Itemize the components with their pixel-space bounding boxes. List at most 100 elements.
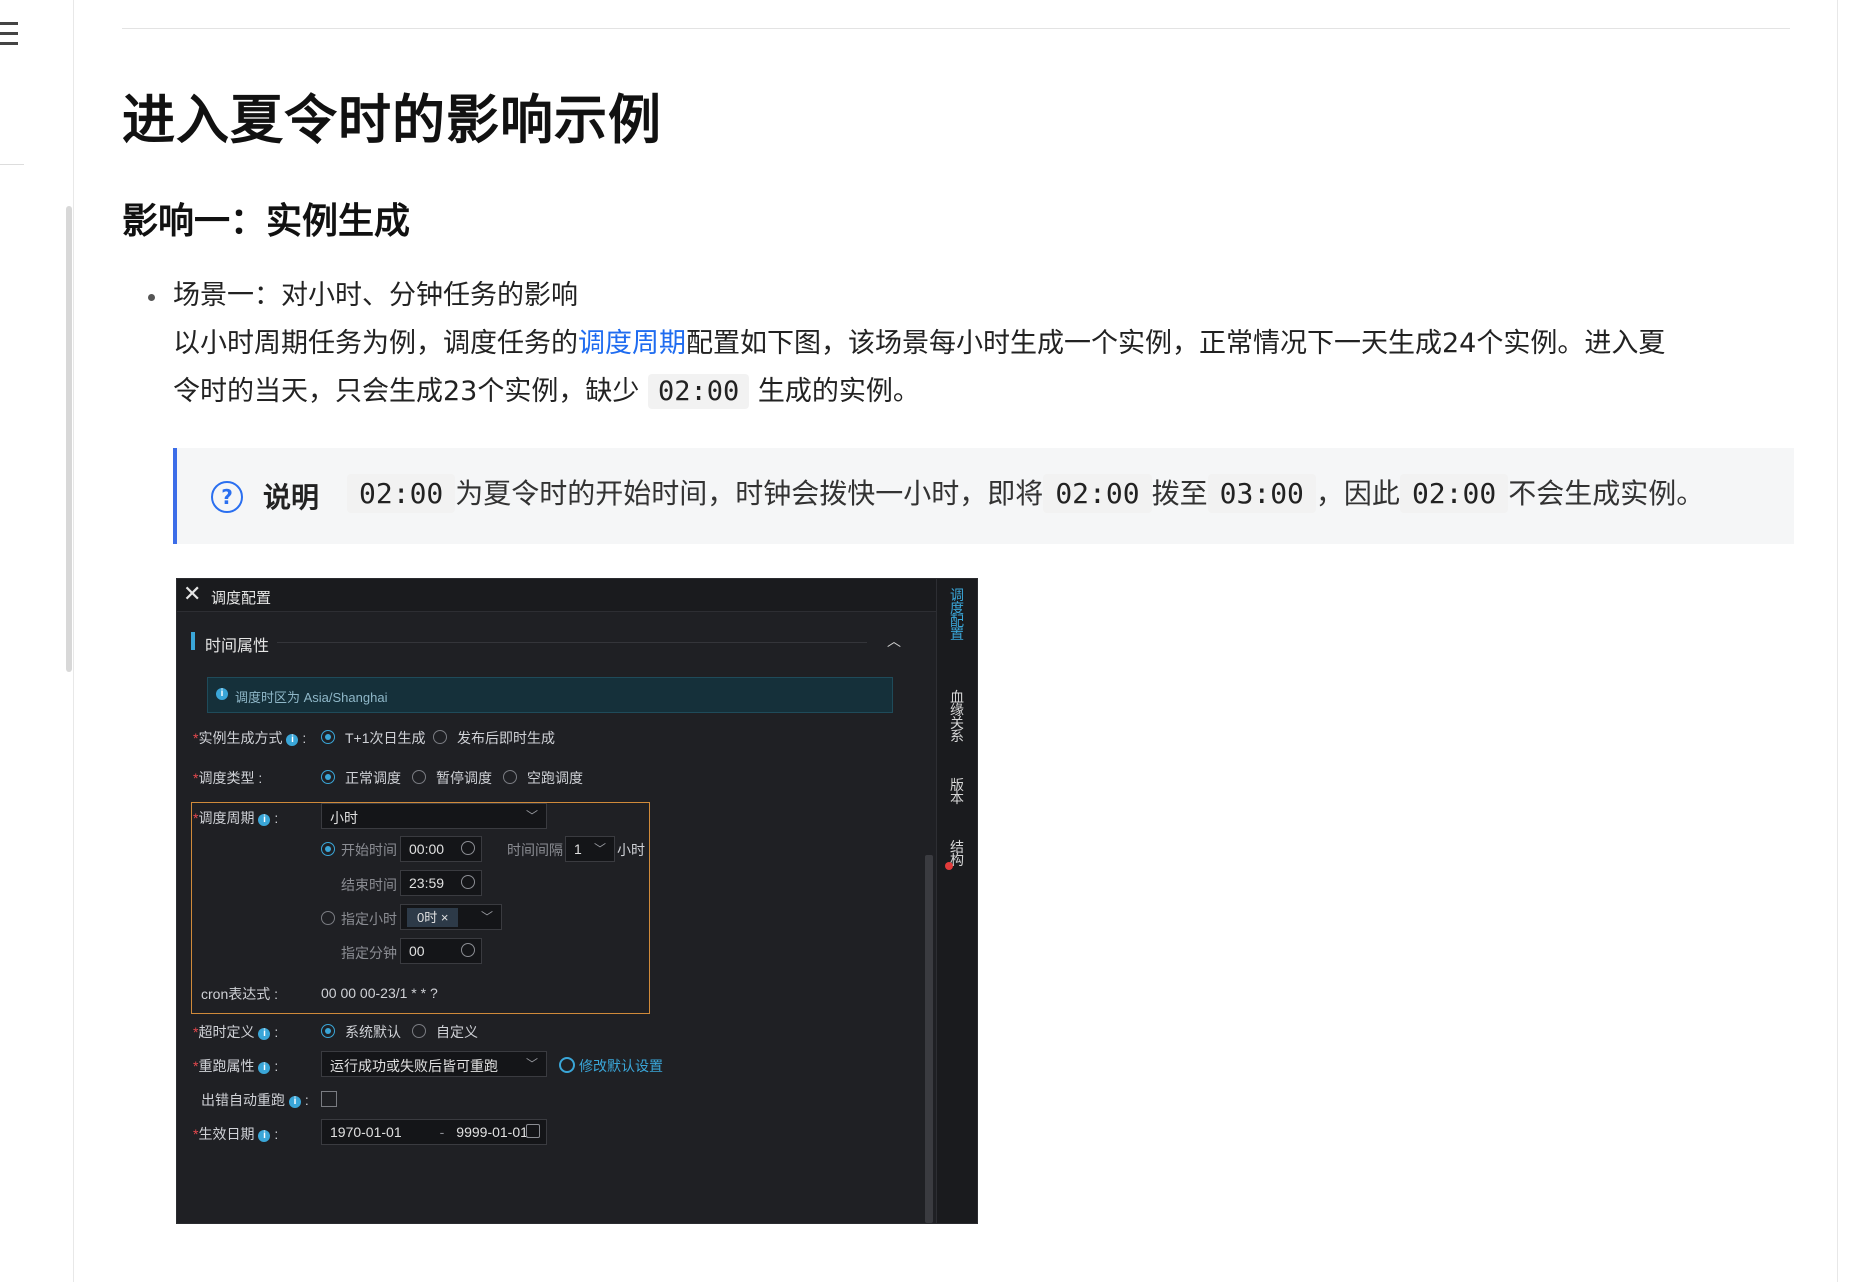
radio-custom[interactable] — [412, 1024, 426, 1038]
chevron-down-icon: ﹀ — [593, 842, 606, 856]
interval-select[interactable]: 1 ﹀ — [565, 836, 615, 862]
timeout-label: *超时定义 i : — [193, 1024, 279, 1040]
minute-input[interactable]: 00 — [400, 938, 482, 964]
interval-label: 时间间隔 — [507, 842, 563, 858]
tab-version[interactable]: 版本 — [949, 778, 965, 805]
instance-label: *实例生成方式 i : — [193, 730, 307, 746]
paragraph-line: 以小时周期任务为例，调度任务的调度周期配置如下图，该场景每小时生成一个实例，正常… — [173, 320, 1793, 368]
help-icon: i — [258, 1062, 271, 1074]
radio-custom-label: 自定义 — [436, 1024, 478, 1040]
auto-rerun-label: 出错自动重跑 i : — [201, 1092, 309, 1108]
cycle-label: *调度周期 i : — [193, 810, 279, 826]
rerun-select[interactable]: 运行成功或失败后皆可重跑 ﹀ — [321, 1051, 547, 1077]
radio-dryrun-label: 空跑调度 — [527, 770, 583, 786]
specify-minute-label: 指定分钟 — [341, 945, 397, 961]
clock-icon — [461, 841, 475, 855]
panel-scrollbar[interactable] — [925, 855, 933, 1223]
help-icon: i — [286, 734, 299, 746]
text: ，因此 — [1315, 477, 1400, 510]
chevron-down-icon: ﹀ — [525, 809, 538, 823]
help-icon: i — [258, 1130, 271, 1142]
radio-specify-hour[interactable] — [321, 911, 335, 925]
hour-tag: 0时 × — [407, 908, 459, 927]
radio-dryrun[interactable] — [503, 770, 517, 784]
radio-t1[interactable] — [321, 730, 335, 744]
tab-structure[interactable]: 结构 — [949, 840, 965, 867]
end-time-input[interactable]: 23:59 — [400, 870, 482, 896]
text: 拨至 — [1151, 477, 1208, 510]
text: 以小时周期任务为例，调度任务的 — [173, 328, 578, 359]
right-border — [1837, 0, 1838, 1282]
text: 为夏令时的开始时间，时钟会拨快一小时，即将 — [455, 477, 1044, 510]
auto-rerun-checkbox[interactable] — [321, 1091, 337, 1107]
timezone-text: 调度时区为 Asia/Shanghai — [235, 690, 388, 705]
gear-icon — [559, 1057, 575, 1073]
inline-code: 02:00 — [1399, 474, 1509, 513]
cycle-select[interactable]: 小时 ﹀ — [321, 803, 547, 829]
note-callout: ? 说明 02:00 为夏令时的开始时间，时钟会拨快一小时，即将 02:00 拨至 03… — [173, 448, 1794, 544]
cycle-link[interactable]: 调度周期 — [578, 328, 686, 359]
hour-multiselect[interactable]: 0时 × ﹀ — [400, 904, 502, 930]
date-range-input[interactable]: 1970-01-01-9999-01-01 — [321, 1119, 547, 1145]
specify-hour-label: 指定小时 — [341, 911, 397, 927]
divider — [277, 642, 867, 643]
radio-system-default-label: 系统默认 — [345, 1024, 401, 1040]
inline-code: 03:00 — [1207, 474, 1316, 513]
date-label: *生效日期 i : — [193, 1126, 279, 1142]
interval-unit: 小时 — [617, 842, 645, 858]
text: 令时的当天，只会生成23个实例，缺少 — [173, 376, 640, 407]
section-marker — [191, 632, 195, 650]
text: 不会生成实例。 — [1508, 477, 1705, 510]
bullet-icon — [148, 294, 155, 301]
collapse-icon[interactable]: ︿ — [887, 631, 901, 651]
radio-normal-label: 正常调度 — [345, 770, 401, 786]
start-time-input[interactable]: 00:00 — [400, 836, 482, 862]
divider — [0, 164, 24, 165]
tab-lineage[interactable]: 血缘关系 — [949, 690, 965, 743]
panel-header: ✕ 调度配置 — [177, 579, 937, 612]
toc-sidebar — [0, 0, 74, 1282]
chevron-down-icon: ﹀ — [525, 1057, 538, 1071]
inline-code: 02:00 — [1043, 474, 1152, 513]
tab-schedule-config[interactable]: 调度配置 — [949, 588, 965, 641]
scenario-title: 场景一：对小时、分钟任务的影响 — [173, 280, 578, 311]
note-label: 说明 — [263, 481, 320, 514]
start-time-label: 开始时间 — [341, 842, 397, 858]
question-icon: ? — [211, 481, 243, 513]
inline-code: 02:00 — [647, 374, 750, 409]
paragraph-line: 令时的当天，只会生成23个实例，缺少 02:00 生成的实例。 — [173, 368, 1793, 416]
page-title: 进入夏令时的影响示例 — [122, 90, 662, 151]
radio-start-time[interactable] — [321, 842, 335, 856]
calendar-icon — [526, 1124, 540, 1138]
section-title: 影响一：实例生成 — [122, 201, 411, 242]
help-icon: i — [289, 1096, 301, 1108]
type-label: *调度类型 : — [193, 770, 263, 786]
note-text: 02:00 为夏令时的开始时间，时钟会拨快一小时，即将 02:00 拨至 03:00 ，因… — [347, 472, 1704, 516]
panel-title: 调度配置 — [211, 590, 272, 607]
help-icon: i — [258, 1028, 271, 1040]
radio-normal[interactable] — [321, 770, 335, 784]
end-time-label: 结束时间 — [341, 877, 397, 893]
radio-immediate[interactable] — [433, 730, 447, 744]
close-icon[interactable]: ✕ — [183, 581, 201, 607]
sidebar-scrollbar[interactable] — [66, 206, 72, 672]
modify-default-link[interactable]: 修改默认设置 — [559, 1056, 663, 1076]
radio-pause-label: 暂停调度 — [436, 770, 492, 786]
radio-system-default[interactable] — [321, 1024, 335, 1038]
info-icon: i — [216, 688, 228, 700]
rerun-label: *重跑属性 i : — [193, 1058, 279, 1074]
side-tabs: 调度配置 血缘关系 版本 结构 — [936, 579, 977, 1223]
chevron-down-icon: ﹀ — [480, 910, 493, 924]
divider — [122, 28, 1790, 29]
text: 配置如下图，该场景每小时生成一个实例，正常情况下一天生成24个实例。进入夏 — [686, 328, 1666, 359]
clock-icon — [461, 875, 475, 889]
radio-t1-label: T+1次日生成 — [345, 730, 426, 746]
radio-immediate-label: 发布后即时生成 — [457, 730, 555, 746]
cron-value: 00 00 00-23/1 * * ? — [321, 985, 438, 1001]
clock-icon — [461, 943, 475, 957]
menu-icon[interactable] — [0, 22, 20, 48]
help-icon: i — [258, 814, 271, 826]
schedule-config-screenshot: ✕ 调度配置 调度配置 血缘关系 版本 结构 时间属性 ︿ i 调度时区为 As… — [176, 578, 978, 1224]
radio-pause[interactable] — [412, 770, 426, 784]
cron-label: cron表达式 : — [201, 986, 279, 1002]
